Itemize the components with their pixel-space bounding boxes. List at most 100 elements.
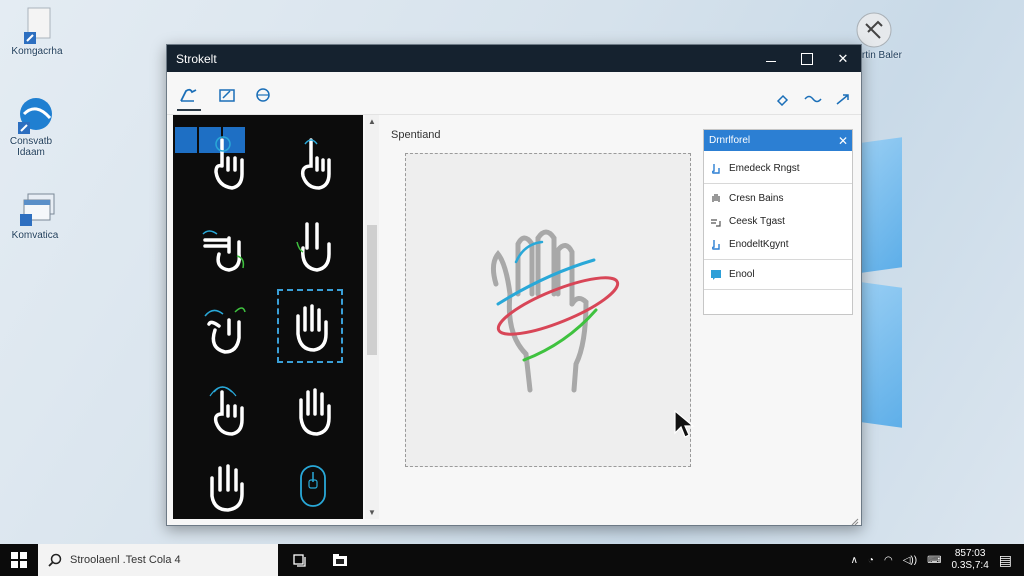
- wifi-icon[interactable]: ◠: [884, 555, 893, 566]
- hand-swipe-icon: [202, 230, 245, 272]
- dialog-item-label: Ceesk Tgast: [729, 216, 785, 227]
- desktop-logo-pane: [862, 282, 902, 428]
- window-stack-icon: [16, 190, 55, 228]
- dialog-item[interactable]: Cresn Bains: [704, 187, 852, 210]
- window-title: Strokelt: [176, 51, 217, 66]
- task-view-icon: [293, 554, 306, 567]
- open-hand-icon: [299, 388, 331, 436]
- taskbar: Stroolaenl .Test Cola 4 ∧ ◔ ◠ ◁)) ⌨ 857:…: [0, 544, 1024, 576]
- shape-tool-button[interactable]: [251, 84, 275, 106]
- gesture-double-tap[interactable]: [191, 375, 261, 445]
- scrollbar-thumb[interactable]: [367, 225, 377, 355]
- globe-icon: [12, 96, 52, 134]
- chevron-up-icon[interactable]: ∧: [851, 555, 858, 566]
- dialog-item-label: Enool: [729, 269, 755, 280]
- open-hand-icon: [210, 464, 244, 512]
- dialog-item[interactable]: Emedeck Rngst: [704, 157, 852, 180]
- dialog-item[interactable]: EnodeltKgynt: [704, 233, 852, 256]
- document-icon: [18, 6, 56, 44]
- hand-pen-icon: [180, 88, 197, 102]
- clock[interactable]: 857:03 0.3S,7:4: [952, 548, 989, 572]
- dialog-item-label: Cresn Bains: [729, 193, 784, 204]
- dialog-item[interactable]: Ceesk Tgast: [704, 210, 852, 233]
- hand-peace-icon: [296, 222, 331, 272]
- clock-time: 857:03: [954, 548, 986, 559]
- minimize-icon: [766, 60, 776, 63]
- dialog-header: Drnrlforel ✕: [704, 130, 852, 151]
- shape-icon: [256, 88, 270, 102]
- hand-point-icon: [709, 238, 723, 252]
- toolbar: [167, 72, 861, 115]
- eraser-icon[interactable]: [773, 91, 793, 107]
- desktop-icon-windows[interactable]: Komvatica: [0, 190, 70, 241]
- gesture-open-hand-selected[interactable]: [277, 289, 343, 363]
- keyboard-icon[interactable]: ⌨: [927, 555, 941, 566]
- gesture-rotate[interactable]: [191, 293, 261, 363]
- dialog-item-label: EnodeltKgynt: [729, 239, 789, 250]
- open-hand-icon: [709, 192, 723, 206]
- desktop-icon-computer[interactable]: Komgacrha: [2, 6, 72, 57]
- gesture-swipe-left[interactable]: [191, 211, 261, 281]
- close-icon: ✕: [837, 50, 849, 66]
- system-tray: ∧ ◔ ◠ ◁)) ⌨ 857:03 0.3S,7:4 ▤: [851, 544, 1024, 576]
- gesture-two-finger[interactable]: [278, 211, 348, 281]
- close-button[interactable]: ✕: [825, 45, 861, 72]
- file-explorer-button[interactable]: [320, 544, 360, 576]
- desktop-icon-label: Consvatb Idaam: [9, 136, 53, 158]
- open-hand-icon: [296, 304, 328, 352]
- desktop-logo-pane: [862, 137, 902, 273]
- strokeit-window: Strokelt ✕ ▲ ▼ Spentiand Drnrlforel ✕ Em…: [166, 44, 862, 526]
- task-view-button[interactable]: [280, 544, 320, 576]
- hand-point-icon: [209, 386, 244, 436]
- mouse-cursor-icon: [673, 409, 697, 446]
- desktop-icon-browser[interactable]: Consvatb Idaam: [0, 96, 66, 158]
- hand-gesture-tool-button[interactable]: [177, 84, 201, 111]
- dialog-item[interactable]: Enool: [704, 263, 852, 286]
- gesture-mouse[interactable]: [278, 451, 348, 521]
- taskbar-search-box[interactable]: Stroolaenl .Test Cola 4: [38, 544, 278, 576]
- gesture-drawing-canvas[interactable]: [405, 153, 691, 467]
- divider: [704, 289, 852, 290]
- hand-outline: [490, 229, 589, 393]
- desktop-icon-label: Komvatica: [11, 230, 59, 241]
- dialog-title: Drnrlforel: [709, 135, 751, 146]
- clock-date: 0.3S,7:4: [951, 560, 989, 571]
- scroll-up-icon[interactable]: ▲: [365, 117, 379, 126]
- divider: [704, 259, 852, 260]
- mouse-icon: [300, 465, 326, 507]
- gesture-palm[interactable]: [278, 375, 348, 445]
- gesture-spread[interactable]: [191, 451, 261, 521]
- start-button[interactable]: [0, 544, 38, 576]
- hand-swipe-icon: [709, 215, 723, 229]
- gesture-list-panel[interactable]: [173, 115, 363, 519]
- divider: [704, 183, 852, 184]
- gesture-edit-tool-button[interactable]: [215, 84, 239, 106]
- arrow-icon[interactable]: [833, 91, 853, 107]
- chat-icon: [709, 268, 723, 282]
- gesture-list-scrollbar[interactable]: ▲ ▼: [365, 115, 379, 519]
- maximize-button[interactable]: [789, 45, 825, 72]
- action-dialog: Drnrlforel ✕ Emedeck Rngst Cresn Bains C…: [703, 129, 853, 315]
- gesture-point[interactable]: [278, 129, 348, 199]
- hand-rotate-icon: [204, 307, 246, 354]
- dialog-close-icon[interactable]: ✕: [834, 134, 852, 148]
- folder-icon: [333, 554, 347, 566]
- volume-icon[interactable]: ◁)): [903, 555, 917, 566]
- hand-point-icon: [300, 138, 331, 190]
- canvas-label: Spentiand: [391, 129, 441, 141]
- right-tools: [773, 91, 853, 107]
- edit-gesture-icon: [219, 89, 235, 102]
- scroll-down-icon[interactable]: ▼: [365, 508, 379, 517]
- wave-icon[interactable]: [803, 91, 823, 107]
- hand-point-icon: [214, 136, 244, 190]
- gesture-preview: [490, 229, 620, 393]
- windows-logo-icon: [11, 552, 27, 568]
- gesture-tap[interactable]: [191, 129, 261, 199]
- notifications-icon[interactable]: ▤: [999, 552, 1012, 569]
- resize-grip-icon[interactable]: [849, 513, 859, 526]
- search-text: Stroolaenl .Test Cola 4: [70, 554, 181, 566]
- title-bar[interactable]: Strokelt ✕: [167, 45, 861, 72]
- network-icon[interactable]: ◔: [868, 555, 874, 566]
- minimize-button[interactable]: [753, 45, 789, 72]
- feather-icon: [854, 10, 892, 48]
